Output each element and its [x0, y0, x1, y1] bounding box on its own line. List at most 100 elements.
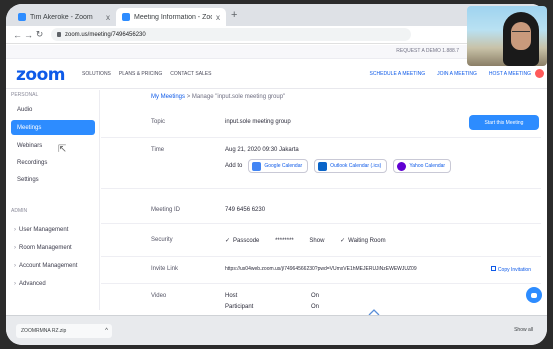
- divider: [101, 223, 541, 224]
- download-item[interactable]: ZOOMRMNA RZ.zip ^: [16, 324, 112, 338]
- time-value: Aug 21, 2020 09:30 Jakarta: [225, 147, 299, 153]
- browser-tab-strip: Tim Akeroke - Zoom x Meeting Information…: [6, 4, 547, 26]
- webcam-video-overlay: [467, 6, 547, 66]
- mouse-cursor-icon: ⇱: [58, 144, 67, 155]
- request-demo-link[interactable]: REQUEST A DEMO 1.888.7: [396, 48, 459, 54]
- invite-link-value[interactable]: https://us04web.zoom.us/j/74964566230?pw…: [225, 266, 417, 272]
- calendar-label: Yahoo Calendar: [409, 163, 446, 169]
- sidebar: PERSONAL Audio Meetings Webinars Recordi…: [6, 90, 100, 310]
- divider: [101, 188, 541, 189]
- security-label: Security: [151, 237, 173, 243]
- add-to-label: Add to: [225, 163, 243, 169]
- sidebar-item-audio[interactable]: Audio: [11, 102, 95, 117]
- waiting-room-label: Waiting Room: [348, 237, 386, 244]
- chat-bubble-icon: [531, 292, 537, 298]
- copy-invitation-link[interactable]: Copy Invitation: [490, 266, 531, 273]
- video-participant-value: On: [311, 304, 320, 310]
- show-passcode-link[interactable]: Show: [309, 238, 324, 244]
- video-label: Video: [151, 293, 167, 299]
- primary-nav: SOLUTIONS PLANS & PRICING CONTACT SALES: [82, 71, 211, 77]
- meeting-details: My Meetings > Manage "input.sole meeting…: [101, 90, 547, 310]
- breadcrumb-my-meetings[interactable]: My Meetings: [151, 94, 185, 100]
- meeting-id-value: 749 6456 6230: [225, 207, 266, 213]
- nav-contact-sales[interactable]: CONTACT SALES: [170, 71, 211, 77]
- back-arrow-icon[interactable]: ←: [12, 30, 23, 40]
- url-field[interactable]: zoom.us/meeting/7496456230: [51, 28, 411, 41]
- zoom-favicon-icon: [122, 13, 130, 21]
- user-avatar[interactable]: [535, 69, 544, 78]
- chat-help-button[interactable]: [526, 287, 542, 303]
- address-bar: ← → ↻ zoom.us/meeting/7496456230: [6, 26, 547, 44]
- chevron-right-icon: ›: [14, 244, 16, 251]
- google-calendar-button[interactable]: Google Calendar: [248, 159, 309, 173]
- topic-label: Topic: [151, 119, 166, 125]
- checkmark-icon: ✓: [340, 238, 346, 244]
- divider: [101, 137, 541, 138]
- sidebar-item-label: Meetings: [17, 124, 42, 131]
- google-calendar-icon: [252, 161, 262, 171]
- security-options: ✓ Passcode ******** Show ✓ Waiting Room: [225, 237, 400, 245]
- chevron-right-icon: ›: [14, 226, 16, 233]
- show-all-button[interactable]: Show all: [514, 327, 533, 333]
- sidebar-item-label: Advanced: [19, 280, 46, 287]
- sidebar-item-account-management[interactable]: › Account Management: [8, 258, 92, 273]
- sidebar-item-advanced[interactable]: › Advanced: [8, 276, 92, 291]
- sidebar-item-label: User Management: [19, 226, 69, 233]
- waiting-room-option: ✓ Waiting Room: [340, 237, 386, 245]
- chevron-up-icon[interactable]: ^: [105, 328, 108, 334]
- glasses-icon: [512, 31, 530, 35]
- tab-title: Meeting Information - Zoom: [134, 13, 212, 21]
- sidebar-item-recordings[interactable]: Recordings: [11, 155, 95, 170]
- download-filename: ZOOMRMNA RZ.zip: [21, 328, 67, 334]
- close-tab-icon[interactable]: x: [106, 13, 110, 22]
- divider: [101, 256, 541, 257]
- checkmark-icon: ✓: [225, 238, 231, 244]
- close-tab-icon[interactable]: x: [216, 13, 220, 22]
- nav-join-meeting[interactable]: JOIN A MEETING: [437, 71, 477, 77]
- add-to-calendar-row: Add to Google Calendar Outlook Calendar …: [225, 159, 452, 173]
- passcode-option: ✓ Passcode: [225, 237, 260, 245]
- nav-solutions[interactable]: SOLUTIONS: [82, 71, 111, 77]
- topic-value: input.sole meeting group: [225, 119, 291, 125]
- outlook-calendar-button[interactable]: Outlook Calendar (.ics): [314, 159, 388, 173]
- calendar-label: Outlook Calendar (.ics): [330, 163, 382, 169]
- sidebar-item-label: Settings: [17, 176, 39, 183]
- browser-tab[interactable]: Tim Akeroke - Zoom x: [12, 8, 116, 26]
- passcode-label: Passcode: [233, 237, 260, 244]
- download-shelf: ZOOMRMNA RZ.zip ^ Show all: [6, 315, 547, 345]
- start-meeting-button[interactable]: Start this Meeting: [469, 115, 539, 130]
- zoom-favicon-icon: [18, 13, 26, 21]
- person-face: [511, 22, 531, 50]
- browser-tab-active[interactable]: Meeting Information - Zoom x: [116, 8, 226, 26]
- zoom-logo[interactable]: zoom: [16, 65, 65, 85]
- secondary-nav: SCHEDULE A MEETING JOIN A MEETING HOST A…: [370, 71, 531, 77]
- copy-invitation-label: Copy Invitation: [497, 267, 531, 273]
- breadcrumb-separator: >: [186, 94, 191, 100]
- video-host-value: On: [311, 293, 320, 299]
- chevron-right-icon: ›: [14, 280, 16, 287]
- forward-arrow-icon[interactable]: →: [23, 30, 34, 40]
- nav-host-meeting[interactable]: HOST A MEETING: [489, 71, 531, 77]
- meeting-id-label: Meeting ID: [151, 207, 181, 213]
- passcode-mask: ********: [275, 238, 294, 244]
- sidebar-item-user-management[interactable]: › User Management: [8, 222, 92, 237]
- outlook-calendar-icon: [318, 161, 328, 171]
- calendar-label: Google Calendar: [264, 163, 303, 169]
- reload-icon[interactable]: ↻: [34, 29, 45, 40]
- nav-schedule-meeting[interactable]: SCHEDULE A MEETING: [370, 71, 426, 77]
- sidebar-item-label: Webinars: [17, 142, 43, 149]
- sidebar-group-personal: PERSONAL: [11, 92, 39, 98]
- lock-icon: [57, 32, 61, 37]
- sidebar-item-meetings[interactable]: Meetings: [11, 120, 95, 135]
- new-tab-button[interactable]: +: [231, 9, 237, 21]
- sidebar-item-label: Recordings: [17, 159, 48, 166]
- sidebar-item-webinars[interactable]: Webinars: [11, 138, 95, 153]
- nav-plans-pricing[interactable]: PLANS & PRICING: [119, 71, 162, 77]
- video-participant-label: Participant: [225, 304, 254, 310]
- zoom-utility-bar: REQUEST A DEMO 1.888.7: [6, 45, 547, 59]
- url-text: zoom.us/meeting/7496456230: [65, 31, 146, 38]
- yahoo-calendar-button[interactable]: Yahoo Calendar: [393, 159, 452, 173]
- sidebar-item-settings[interactable]: Settings: [11, 172, 95, 187]
- yahoo-calendar-icon: [397, 161, 407, 171]
- sidebar-item-room-management[interactable]: › Room Management: [8, 240, 92, 255]
